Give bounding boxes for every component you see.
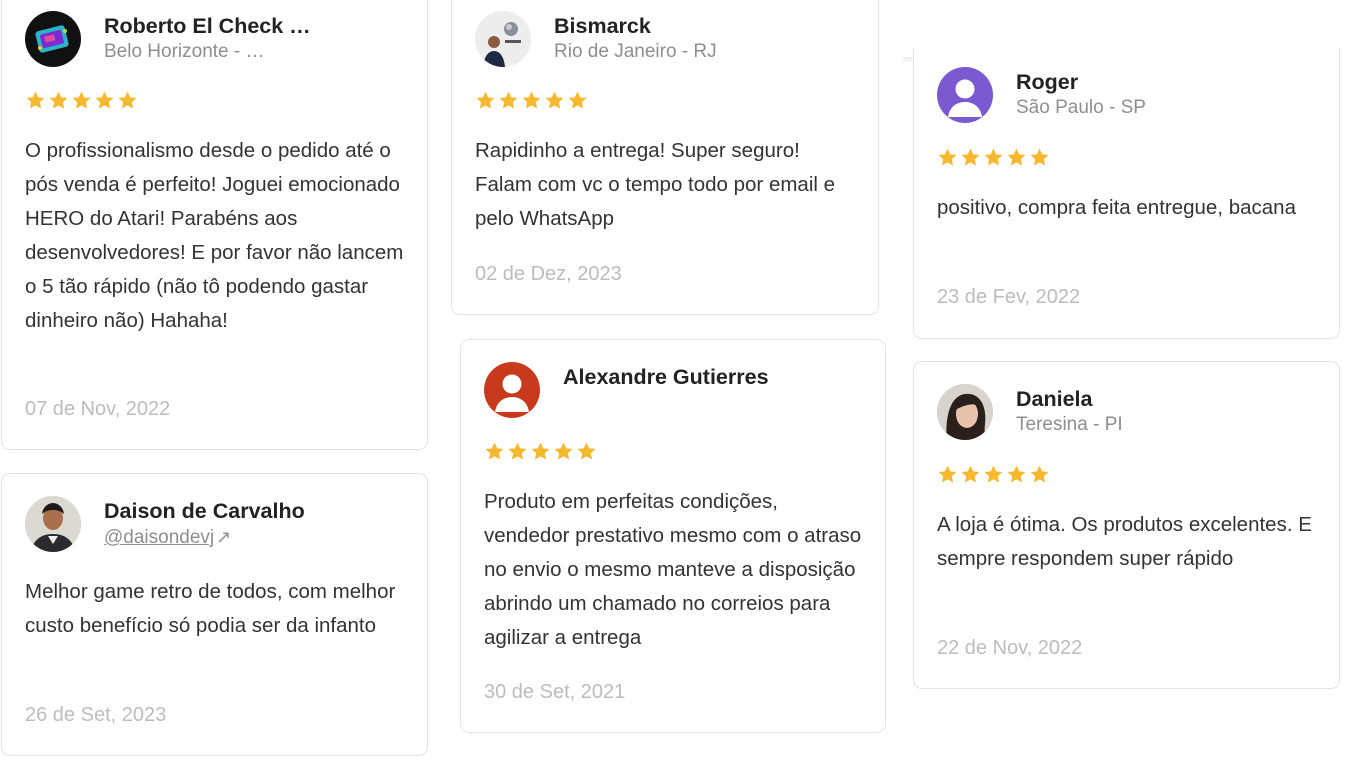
review-card: Daniela Teresina - PI A loja é ótima. Os… [913, 361, 1340, 689]
star-icon [507, 441, 528, 462]
reviewer-location: Teresina - PI [1016, 414, 1123, 435]
review-header: Daniela Teresina - PI [937, 384, 1321, 440]
man-photo-avatar [25, 496, 81, 552]
game-console-avatar [25, 11, 81, 67]
review-date: 07 de Nov, 2022 [25, 398, 171, 420]
review-date: 23 de Fev, 2022 [937, 286, 1081, 308]
reviews-grid: Roberto El Check … Belo Horizonte - … O … [0, 0, 1366, 768]
star-icon [553, 441, 574, 462]
review-card: Bismarck Rio de Janeiro - RJ Rapidinho a… [451, 0, 879, 315]
review-card: Daison de Carvalho @daisondevj ↗ Melhor g… [1, 473, 428, 756]
star-icon [1006, 464, 1027, 485]
reviewer-name: Bismarck [554, 14, 651, 38]
user-icon [484, 362, 540, 418]
star-icon [117, 90, 138, 111]
review-card: Alexandre Gutierres Produto em perfeitas… [460, 339, 886, 733]
default-user-avatar [937, 67, 993, 123]
reviewer-name: Alexandre Gutierres [563, 365, 769, 389]
external-link-icon[interactable]: ↗ [216, 527, 231, 547]
star-icon [983, 464, 1004, 485]
star-icon [498, 90, 519, 111]
reviewer-handle-link[interactable]: @daisondevj ↗ [104, 525, 305, 550]
review-date: 30 de Set, 2021 [484, 681, 626, 703]
review-date: 02 de Dez, 2023 [475, 263, 622, 285]
user-icon [937, 67, 993, 123]
star-rating [475, 90, 588, 111]
default-user-avatar [484, 362, 540, 418]
star-icon [960, 464, 981, 485]
star-icon [521, 90, 542, 111]
review-header: Alexandre Gutierres [484, 362, 867, 418]
review-text: A loja é ótima. Os produtos excelentes. … [937, 513, 1312, 570]
star-rating [937, 464, 1050, 485]
reviewer-location: Rio de Janeiro - RJ [554, 41, 717, 62]
reviewer-location: São Paulo - SP [1016, 97, 1146, 118]
star-rating [937, 147, 1050, 168]
star-icon [25, 90, 46, 111]
review-text: positivo, compra feita entregue, bacana [937, 196, 1296, 219]
star-icon [544, 90, 565, 111]
reviewer-location: Belo Horizonte - … [104, 41, 265, 62]
reviewer-handle[interactable]: @daisondevj [104, 527, 214, 548]
star-rating [484, 441, 597, 462]
review-text: Melhor game retro de todos, com melhor c… [25, 580, 396, 637]
star-icon [48, 90, 69, 111]
review-card: Roberto El Check … Belo Horizonte - … O … [1, 0, 428, 450]
star-icon [576, 441, 597, 462]
reviewer-name: Daison de Carvalho [104, 499, 305, 523]
star-icon [484, 441, 505, 462]
star-icon [1006, 147, 1027, 168]
review-date: 26 de Set, 2023 [25, 704, 167, 726]
star-icon [94, 90, 115, 111]
star-icon [1029, 464, 1050, 485]
reviewer-name: Daniela [1016, 387, 1093, 411]
star-icon [937, 464, 958, 485]
star-icon [1029, 147, 1050, 168]
review-text: Produto em perfeitas condições, vendedor… [484, 490, 862, 649]
woman-photo-avatar [937, 384, 993, 440]
star-icon [983, 147, 1004, 168]
review-header: Roberto El Check … Belo Horizonte - … [25, 11, 409, 67]
review-header: Roger São Paulo - SP [937, 67, 1321, 123]
star-icon [475, 90, 496, 111]
star-icon [567, 90, 588, 111]
review-date: 22 de Nov, 2022 [937, 637, 1083, 659]
review-header: Daison de Carvalho @daisondevj ↗ [25, 496, 409, 552]
star-icon [530, 441, 551, 462]
review-card: Roger São Paulo - SP positivo, compra fe… [913, 48, 1340, 339]
star-rating [25, 90, 138, 111]
review-header: Bismarck Rio de Janeiro - RJ [475, 11, 860, 67]
star-icon [71, 90, 92, 111]
reviewer-name: Roberto El Check … [104, 14, 311, 38]
review-text: Rapidinho a entrega! Super seguro! Falam… [475, 139, 836, 230]
star-icon [937, 147, 958, 168]
reviewer-name: Roger [1016, 70, 1079, 94]
man-photo-avatar [475, 11, 531, 67]
review-text: O profissionalismo desde o pedido até o … [25, 139, 404, 332]
star-icon [960, 147, 981, 168]
